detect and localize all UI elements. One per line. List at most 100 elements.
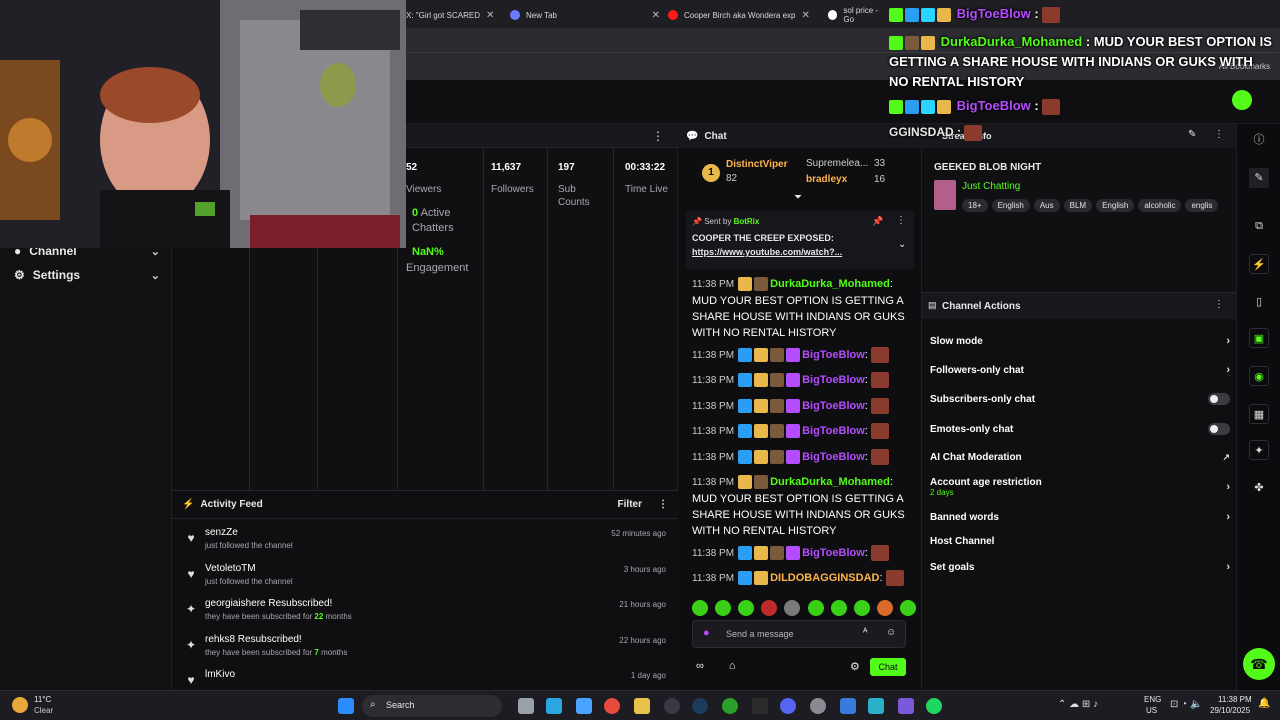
close-icon[interactable]: ✕ [801,10,809,21]
close-icon[interactable]: ✕ [486,10,494,21]
chat-username[interactable]: BigToeBlow [802,349,865,361]
toggle-switch[interactable] [1208,423,1230,435]
chat-username[interactable]: BigToeBlow [802,400,865,412]
chat-username[interactable]: BigToeBlow [802,547,865,559]
xbox-icon[interactable] [722,698,738,714]
channel-action-item[interactable]: Set goals › [930,561,1230,573]
network-volume-icons[interactable]: ⊡ ◔ 🔈 [1170,699,1202,710]
chat-bubble-icon[interactable]: ▣ [1249,328,1269,348]
channel-action-item[interactable]: Slow mode › [930,335,1230,347]
settings-icon[interactable] [810,698,826,714]
app-icon[interactable] [898,698,914,714]
chat-username[interactable]: DILDOBAGGINSDAD [770,572,879,584]
clock-time[interactable]: 11:38 PM [1218,695,1252,704]
emote-icon[interactable] [899,600,916,616]
windows-start-icon[interactable] [338,698,354,714]
broadcast-icon[interactable]: ◉ [1249,366,1269,386]
steam-icon[interactable] [692,698,708,714]
emote-icon[interactable] [761,600,778,616]
channel-action-item[interactable]: Host Channel [930,536,1230,547]
channel-action-item[interactable]: Followers-only chat › [930,364,1230,376]
chrome-icon[interactable] [604,698,620,714]
document-icon[interactable]: ▯ [1249,292,1269,312]
edit-icon[interactable]: ✎ [1249,168,1269,188]
browser-tab[interactable]: Cooper Birch aka Wondera exp ✕ [668,4,818,26]
close-icon[interactable]: ✕ [652,10,660,21]
store-icon[interactable] [840,698,856,714]
apps-icon[interactable]: ✤ [1249,478,1269,498]
toggle-switch[interactable] [1208,393,1230,405]
chat-input[interactable]: ● Send a message ᴬ ☺ [692,620,906,648]
emote-icon[interactable] [853,600,870,616]
emote-icon [885,570,904,587]
emote-icon [870,449,889,466]
search-box[interactable]: ⌕ Search [362,695,502,717]
chat-username[interactable]: BigToeBlow [802,425,865,437]
task-view-icon[interactable] [518,698,534,714]
chat-username[interactable]: BigToeBlow [802,451,865,463]
more-options-icon[interactable]: ⋮ [896,215,906,226]
emote-icon[interactable] [807,600,824,616]
user-badge-icon [754,571,769,586]
channel-action-item[interactable]: Emotes-only chat [930,423,1230,435]
more-options-icon[interactable]: ⋮ [658,499,668,510]
chat-username[interactable]: BigToeBlow [802,374,865,386]
stream-category[interactable]: Just Chatting [962,181,1020,192]
chat-username[interactable]: DurkaDurka_Mohamed [770,278,890,290]
browser-tab[interactable]: sol price - Go [828,4,888,26]
infinity-icon[interactable]: ∞ [696,660,704,672]
channel-action-item[interactable]: AI Chat Moderation ↗ [930,452,1230,463]
support-icon[interactable]: ☎ [1243,648,1275,680]
obs-icon[interactable] [664,698,680,714]
camera-icon[interactable]: ⧉ [1249,216,1269,236]
chevron-down-icon[interactable]: ⌄ [898,239,906,250]
sidebar-item-settings[interactable]: ⚙ Settings ⌄ [14,268,160,282]
microphone-icon[interactable]: ● [703,627,710,639]
emote-icon[interactable] [692,600,708,616]
edge-icon[interactable] [546,698,562,714]
user-card-icon[interactable]: ▦ [1249,404,1269,424]
spotify-icon[interactable] [926,698,942,714]
weather-desc: Clear [34,706,54,715]
emote-icon[interactable] [784,600,801,616]
gear-icon[interactable]: ⚙ [850,660,860,673]
store-icon[interactable]: ⌂ [729,660,736,672]
expand-gifters-icon[interactable]: ⏷ [794,192,802,203]
top-gifter-name[interactable]: bradleyx [806,174,847,185]
tray-icons[interactable]: ⌃ ☁ ⊞ ♪ [1058,699,1098,710]
top-gifter-name[interactable]: DistinctViper [726,159,788,170]
notification-bell-icon[interactable]: 🔔 [1258,698,1270,709]
discord-icon[interactable] [780,698,796,714]
emote-icon[interactable] [738,600,755,616]
weather-icon[interactable] [12,697,28,713]
pinned-link[interactable]: https://www.youtube.com/watch?... [692,247,842,257]
emote-icon[interactable] [830,600,847,616]
filter-button[interactable]: Filter [618,499,642,510]
pin-icon[interactable]: 📌 [872,216,883,227]
user-badge-icon [738,399,753,414]
translate-icon[interactable]: ᴬ [863,627,868,638]
channel-action-item[interactable]: Banned words › [930,511,1230,523]
channel-action-item[interactable]: Account age restriction 2 days › [930,477,1230,497]
top-gifter-name[interactable]: Supremelea... [806,158,868,169]
epic-icon[interactable] [752,698,768,714]
wrench-icon[interactable]: ✦ [1249,440,1269,460]
bolt-icon[interactable]: ⚡ [1249,254,1269,274]
clock-date: 29/10/2025 [1210,706,1251,715]
more-options-icon[interactable]: ⋮ [652,129,664,143]
app-icon[interactable] [576,698,592,714]
sent-by-label: Sent by [704,217,732,226]
browser-tab[interactable]: X: "Girl got SCARED ✕ [406,4,502,26]
channel-action-item[interactable]: Subscribers-only chat [930,393,1230,405]
language-indicator[interactable]: ENG [1144,695,1161,704]
app-icon[interactable] [868,698,884,714]
emoji-icon[interactable]: ☺ [886,627,896,638]
chat-username[interactable]: DurkaDurka_Mohamed [770,476,890,488]
more-options-icon[interactable]: ⋮ [1214,299,1224,310]
emote-icon[interactable] [715,600,732,616]
browser-tab[interactable]: New Tab ✕ [510,4,660,26]
activity-detail-count: 22 [314,612,324,621]
send-chat-button[interactable]: Chat [870,658,906,676]
emote-icon[interactable] [876,600,893,616]
file-explorer-icon[interactable] [634,698,650,714]
